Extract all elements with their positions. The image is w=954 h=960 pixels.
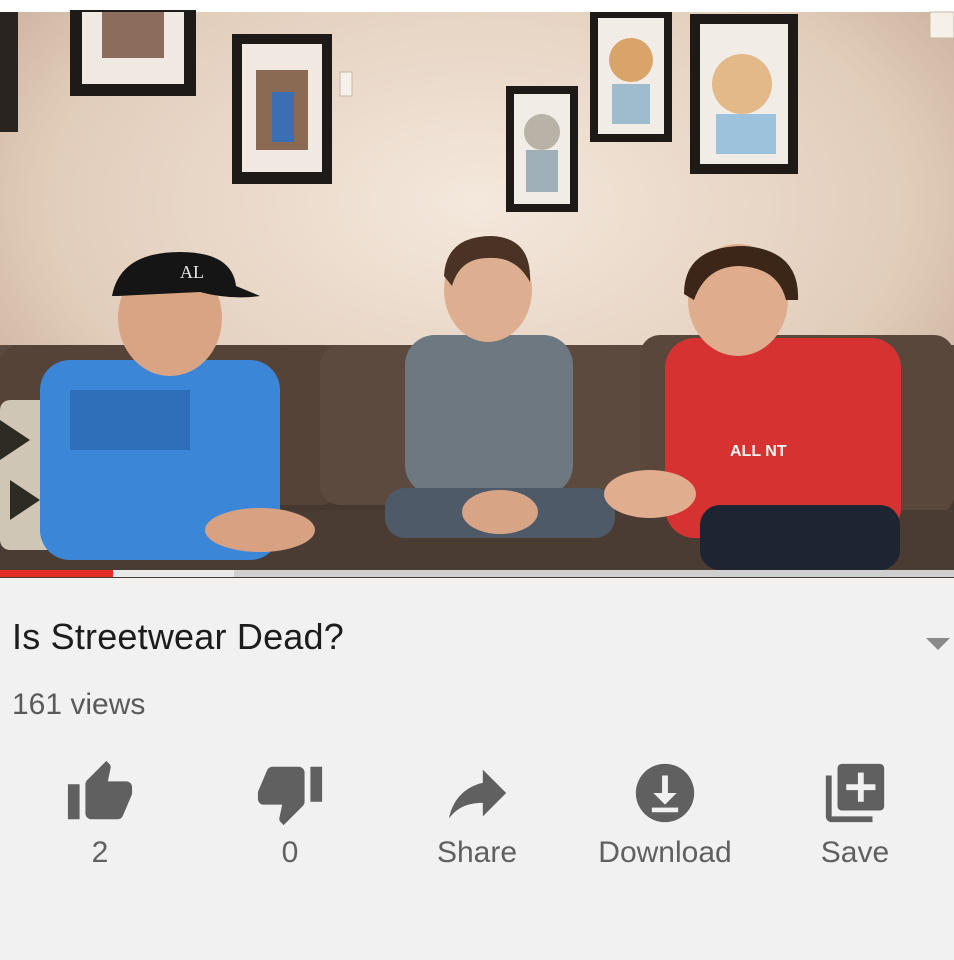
wall-frame — [590, 12, 672, 142]
video-player[interactable]: AL ALL NT — [0, 0, 954, 578]
view-count: 161 views — [12, 688, 146, 721]
save-button[interactable]: Save — [765, 758, 945, 888]
video-title: Is Streetwear Dead? — [12, 616, 344, 657]
video-frame: AL ALL NT — [0, 0, 954, 578]
download-circle-icon — [635, 763, 695, 823]
wall-frame — [690, 14, 798, 174]
dislike-count: 0 — [281, 836, 299, 869]
share-button[interactable]: Share — [387, 758, 567, 888]
download-button[interactable]: Download — [575, 758, 755, 888]
thumb-down-icon — [257, 766, 323, 826]
played-bar — [0, 570, 113, 577]
share-arrow-icon — [449, 769, 507, 819]
like-count: 2 — [91, 836, 109, 869]
wall-frame — [232, 34, 332, 184]
share-label: Share — [436, 836, 518, 869]
playlist-add-icon — [825, 763, 885, 823]
chevron-down-icon[interactable] — [926, 638, 950, 650]
thumb-up-icon — [67, 760, 133, 820]
save-label: Save — [820, 836, 890, 869]
wall-frame — [70, 10, 196, 96]
action-bar: 2 0 Share Download Save — [0, 758, 954, 888]
video-info: Is Streetwear Dead? 161 views 2 0 Share — [0, 578, 954, 960]
video-progress-bar[interactable] — [0, 570, 954, 577]
dislike-button[interactable]: 0 — [200, 758, 380, 888]
wall-frame — [506, 86, 578, 212]
shirt-logo-text: ALL NT — [730, 443, 787, 460]
cap-logo-text: AL — [180, 262, 204, 282]
download-label: Download — [598, 836, 732, 869]
like-button[interactable]: 2 — [10, 758, 190, 888]
